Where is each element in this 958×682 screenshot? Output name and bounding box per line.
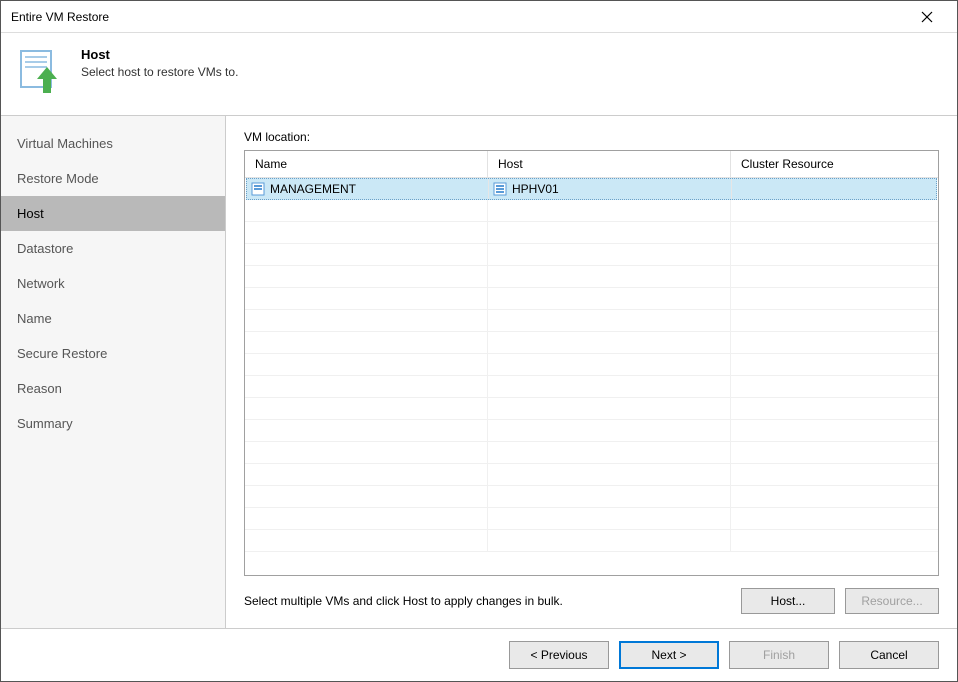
cell-host: HPHV01 [489,179,732,199]
table-body: MANAGEMENT HPHV01 [245,178,938,575]
wizard-footer: < Previous Next > Finish Cancel [1,628,957,681]
cancel-button[interactable]: Cancel [839,641,939,669]
header-text: Host Select host to restore VMs to. [81,47,238,79]
wizard-header: Host Select host to restore VMs to. [1,33,957,115]
wizard-window: Entire VM Restore Host Select host to re… [0,0,958,682]
resource-button: Resource... [845,588,939,614]
sidebar-item-host[interactable]: Host [1,196,225,231]
page-subheading: Select host to restore VMs to. [81,65,238,79]
sidebar-item-name[interactable]: Name [1,301,225,336]
titlebar: Entire VM Restore [1,1,957,33]
close-button[interactable] [907,1,947,33]
sidebar-item-virtual-machines[interactable]: Virtual Machines [1,126,225,161]
host-button[interactable]: Host... [741,588,835,614]
empty-rows-grid [245,200,938,575]
column-header-name[interactable]: Name [245,151,488,177]
window-title: Entire VM Restore [11,10,907,24]
page-heading: Host [81,47,238,62]
table-header: Name Host Cluster Resource [245,151,938,178]
sidebar-item-restore-mode[interactable]: Restore Mode [1,161,225,196]
sidebar-item-summary[interactable]: Summary [1,406,225,441]
content-area: Virtual Machines Restore Mode Host Datas… [1,115,957,628]
previous-button[interactable]: < Previous [509,641,609,669]
cell-host-text: HPHV01 [512,182,559,196]
bulk-hint-text: Select multiple VMs and click Host to ap… [244,594,731,608]
column-header-host[interactable]: Host [488,151,731,177]
cell-name: MANAGEMENT [247,179,489,199]
host-icon [493,182,507,196]
cell-name-text: MANAGEMENT [270,182,356,196]
vm-location-table: Name Host Cluster Resource MANAGEMENT [244,150,939,576]
finish-button: Finish [729,641,829,669]
sidebar-item-network[interactable]: Network [1,266,225,301]
next-button[interactable]: Next > [619,641,719,669]
sidebar-item-datastore[interactable]: Datastore [1,231,225,266]
host-restore-icon [15,47,65,97]
vm-location-label: VM location: [244,130,939,144]
column-header-cluster[interactable]: Cluster Resource [731,151,938,177]
cell-cluster [732,179,936,199]
close-icon [921,11,933,23]
main-panel: VM location: Name Host Cluster Resource [226,116,957,628]
table-row[interactable]: MANAGEMENT HPHV01 [246,178,937,200]
bulk-actions-row: Select multiple VMs and click Host to ap… [244,588,939,614]
sidebar-item-secure-restore[interactable]: Secure Restore [1,336,225,371]
sidebar-item-reason[interactable]: Reason [1,371,225,406]
vm-icon [251,182,265,196]
wizard-sidebar: Virtual Machines Restore Mode Host Datas… [1,116,226,628]
